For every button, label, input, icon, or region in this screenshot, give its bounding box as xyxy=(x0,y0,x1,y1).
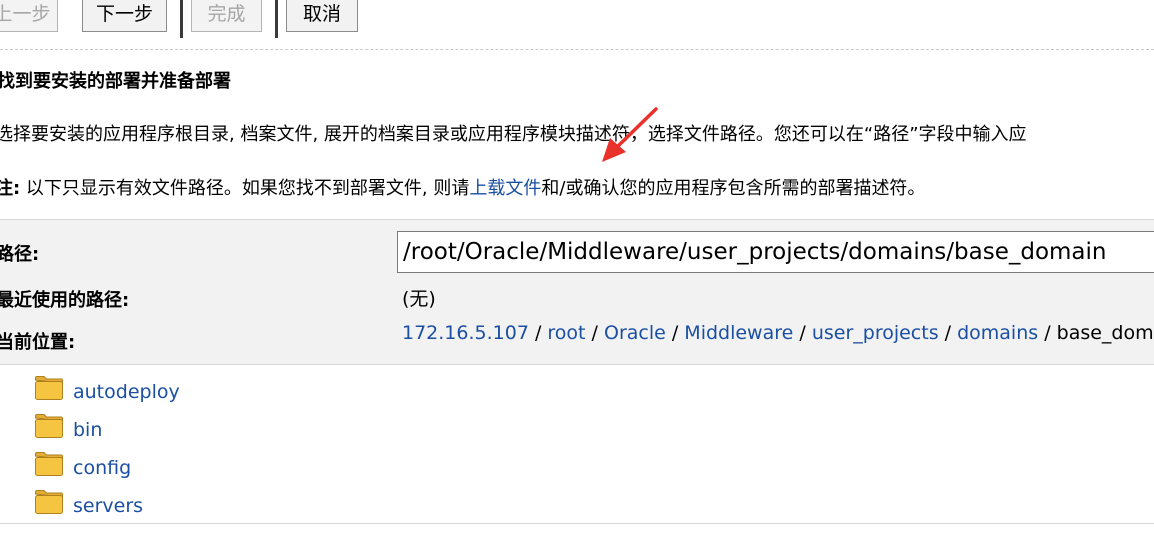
breadcrumb-domains[interactable]: domains xyxy=(957,322,1038,344)
folder-icon xyxy=(35,452,63,476)
recent-paths-label: 最近使用的路径: xyxy=(0,290,130,311)
breadcrumb-user-projects[interactable]: user_projects xyxy=(812,322,939,344)
finish-button[interactable]: 完成 xyxy=(191,0,262,32)
path-label: 路径: xyxy=(0,244,40,265)
toolbar-divider xyxy=(180,0,183,38)
folder-name[interactable]: servers xyxy=(73,495,143,517)
wizard-toolbar: 上一步 下一步 完成 取消 xyxy=(0,0,1154,40)
current-location-label: 当前位置: xyxy=(0,332,76,353)
breadcrumb-host[interactable]: 172.16.5.107 xyxy=(402,322,529,344)
folder-name[interactable]: autodeploy xyxy=(73,381,180,403)
breadcrumb-separator: / xyxy=(1038,322,1057,344)
note-text-before: 以下只显示有效文件路径。如果您找不到部署文件, 则请 xyxy=(20,178,470,199)
instruction-text: 选择要安装的应用程序根目录, 档案文件, 展开的档案目录或应用程序模块描述符，选… xyxy=(0,124,1027,145)
breadcrumb-separator: / xyxy=(528,322,548,344)
toolbar-divider xyxy=(275,0,278,38)
folder-name[interactable]: config xyxy=(73,457,131,479)
folder-icon xyxy=(35,414,63,438)
breadcrumb-separator: / xyxy=(793,322,812,344)
breadcrumb-current: base_domain xyxy=(1056,322,1154,344)
upload-file-link[interactable]: 上载文件 xyxy=(469,178,541,199)
breadcrumb-oracle[interactable]: Oracle xyxy=(604,322,666,344)
note-label: 注: xyxy=(0,178,21,199)
recent-paths-value: (无) xyxy=(402,288,436,310)
deployment-wizard-page: 上一步 下一步 完成 取消 找到要安装的部署并准备部署 选择要安装的应用程序根目… xyxy=(0,0,1154,536)
breadcrumb-separator: / xyxy=(938,322,958,344)
breadcrumb: 172.16.5.107 / root / Oracle / Middlewar… xyxy=(402,322,1154,344)
note-text: 注: 以下只显示有效文件路径。如果您找不到部署文件, 则请上载文件和/或确认您的… xyxy=(0,174,925,200)
next-button[interactable]: 下一步 xyxy=(82,0,167,32)
previous-button[interactable]: 上一步 xyxy=(0,0,58,32)
annotation-arrow-icon xyxy=(602,107,658,162)
breadcrumb-separator: / xyxy=(585,322,604,344)
page-heading: 找到要安装的部署并准备部署 xyxy=(0,71,231,92)
breadcrumb-root[interactable]: root xyxy=(547,322,585,344)
folder-icon xyxy=(35,490,63,514)
cancel-button[interactable]: 取消 xyxy=(286,0,358,32)
folder-icon xyxy=(35,376,63,400)
divider xyxy=(0,523,1154,524)
divider xyxy=(0,49,1154,50)
path-input[interactable] xyxy=(397,231,1154,273)
breadcrumb-separator: / xyxy=(665,322,685,344)
note-text-after: 和/或确认您的应用程序包含所需的部署描述符。 xyxy=(541,178,926,199)
breadcrumb-middleware[interactable]: Middleware xyxy=(684,322,793,344)
folder-name[interactable]: bin xyxy=(73,419,102,441)
